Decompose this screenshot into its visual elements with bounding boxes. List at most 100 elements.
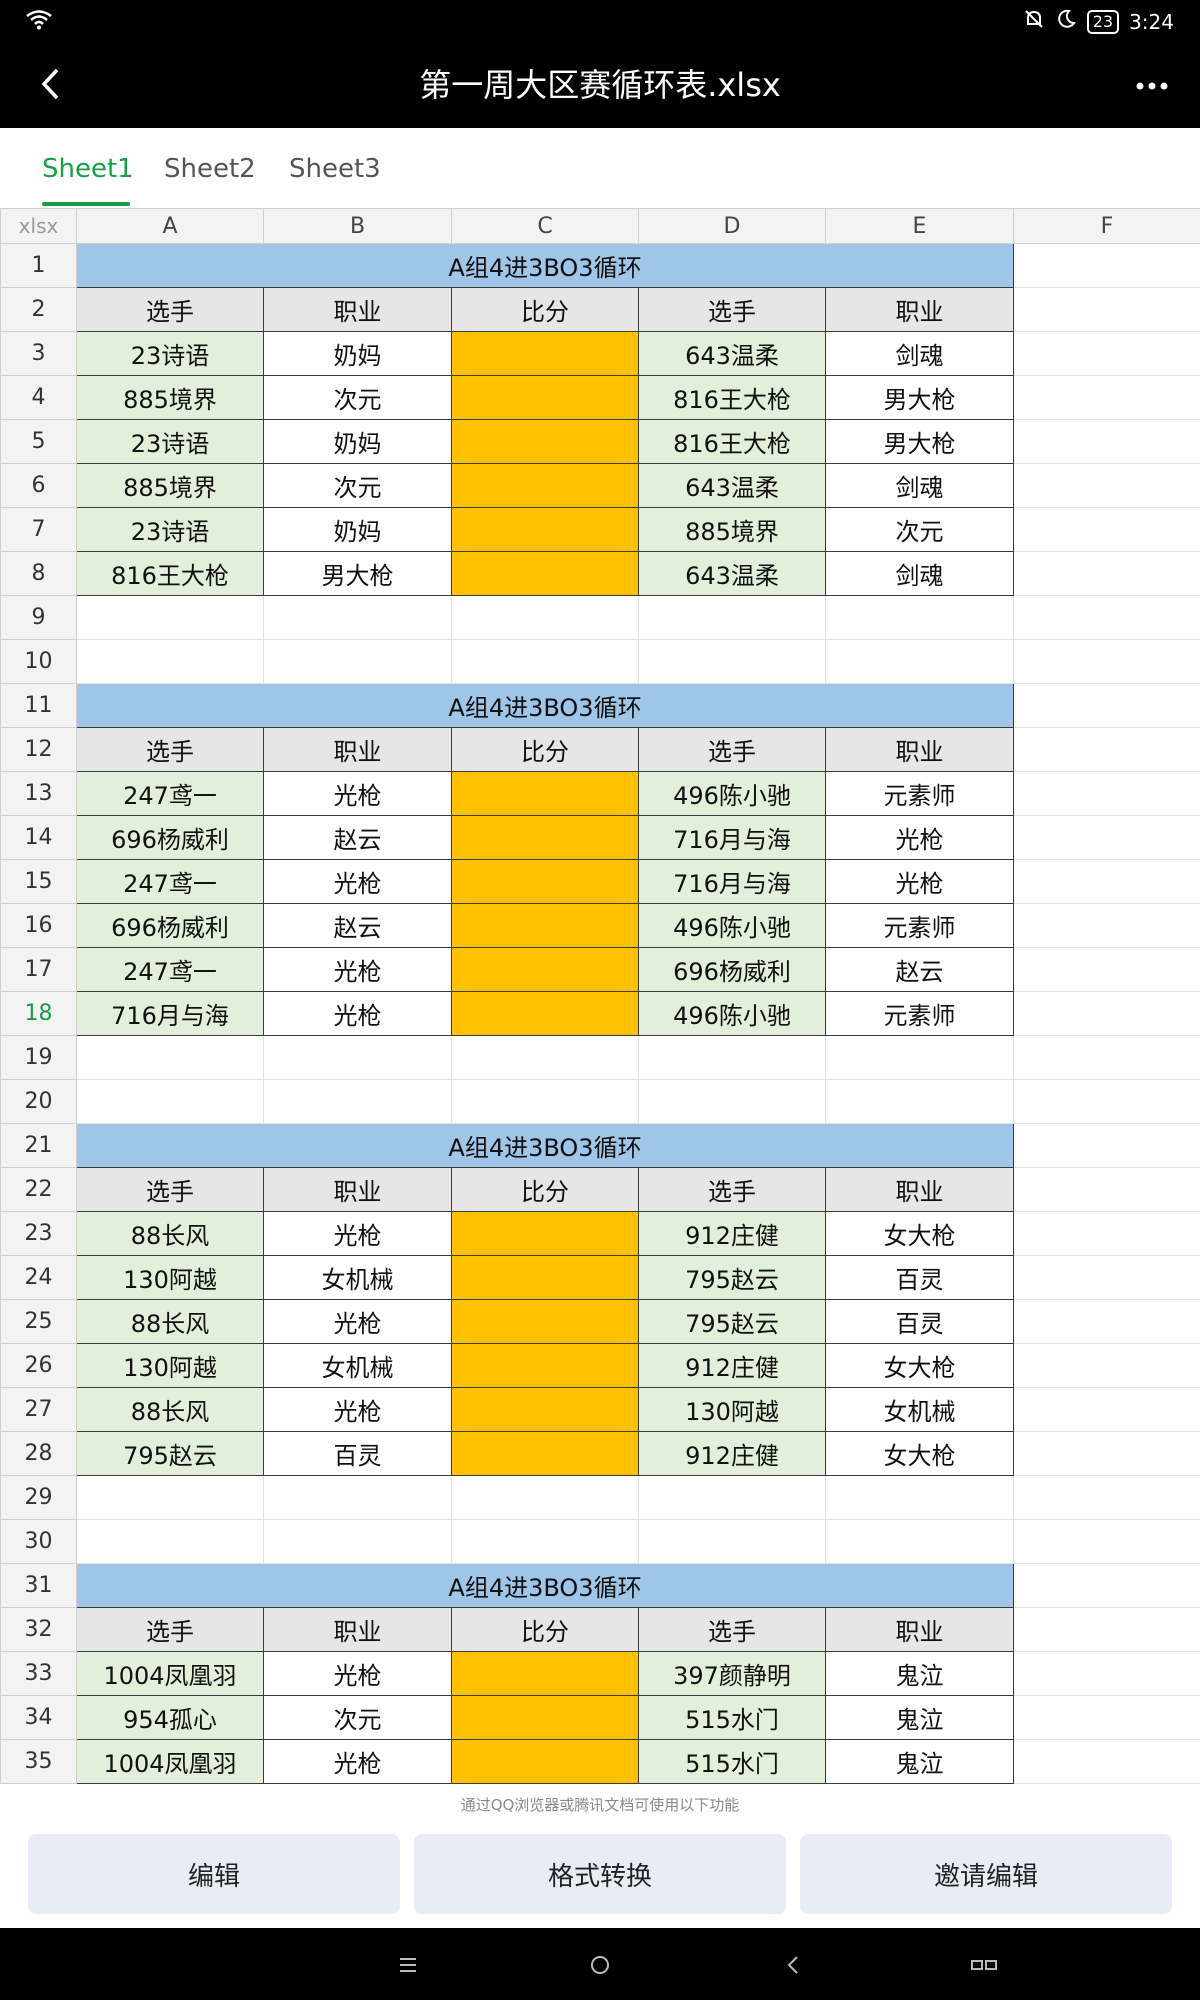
player-cell[interactable]: 23诗语 xyxy=(76,419,264,464)
empty-cell[interactable] xyxy=(1013,507,1200,552)
empty-cell[interactable] xyxy=(638,595,826,640)
score-cell[interactable] xyxy=(451,1739,639,1784)
class-cell[interactable]: 光枪 xyxy=(263,1299,452,1344)
empty-cell[interactable] xyxy=(76,1519,264,1564)
player-cell[interactable]: 816王大枪 xyxy=(638,419,826,464)
empty-cell[interactable] xyxy=(638,1079,826,1124)
player-cell[interactable]: 1004凤凰羽 xyxy=(76,1651,264,1696)
class-cell[interactable]: 男大枪 xyxy=(825,375,1014,420)
empty-cell[interactable] xyxy=(1013,815,1200,860)
column-header[interactable]: D xyxy=(638,208,826,244)
class-cell[interactable]: 剑魂 xyxy=(825,551,1014,596)
empty-cell[interactable] xyxy=(1013,375,1200,420)
class-cell[interactable]: 奶妈 xyxy=(263,331,452,376)
header-cell[interactable]: 选手 xyxy=(638,1607,826,1652)
score-cell[interactable] xyxy=(451,1651,639,1696)
empty-cell[interactable] xyxy=(1013,1607,1200,1652)
player-cell[interactable]: 885境界 xyxy=(638,507,826,552)
score-cell[interactable] xyxy=(451,507,639,552)
row-number[interactable]: 4 xyxy=(0,375,77,420)
score-cell[interactable] xyxy=(451,903,639,948)
home-icon[interactable] xyxy=(585,1950,615,1980)
player-cell[interactable]: 23诗语 xyxy=(76,507,264,552)
row-number[interactable]: 23 xyxy=(0,1211,77,1256)
row-number[interactable]: 33 xyxy=(0,1651,77,1696)
header-cell[interactable]: 比分 xyxy=(451,1167,639,1212)
class-cell[interactable]: 光枪 xyxy=(825,859,1014,904)
player-cell[interactable]: 515水门 xyxy=(638,1695,826,1740)
player-cell[interactable]: 795赵云 xyxy=(638,1299,826,1344)
row-number[interactable]: 34 xyxy=(0,1695,77,1740)
group-title-cell[interactable]: A组4进3BO3循环 xyxy=(76,1123,1014,1168)
row-number[interactable]: 8 xyxy=(0,551,77,596)
empty-cell[interactable] xyxy=(825,1035,1014,1080)
class-cell[interactable]: 元素师 xyxy=(825,903,1014,948)
header-cell[interactable]: 比分 xyxy=(451,1607,639,1652)
column-header[interactable]: F xyxy=(1013,208,1200,244)
score-cell[interactable] xyxy=(451,1387,639,1432)
class-cell[interactable]: 光枪 xyxy=(263,1651,452,1696)
empty-cell[interactable] xyxy=(1013,243,1200,288)
player-cell[interactable]: 912庄健 xyxy=(638,1431,826,1476)
empty-cell[interactable] xyxy=(825,595,1014,640)
player-cell[interactable]: 795赵云 xyxy=(76,1431,264,1476)
score-cell[interactable] xyxy=(451,375,639,420)
class-cell[interactable]: 奶妈 xyxy=(263,419,452,464)
class-cell[interactable]: 光枪 xyxy=(263,991,452,1036)
score-cell[interactable] xyxy=(451,991,639,1036)
empty-cell[interactable] xyxy=(451,1519,639,1564)
class-cell[interactable]: 鬼泣 xyxy=(825,1695,1014,1740)
row-number[interactable]: 17 xyxy=(0,947,77,992)
score-cell[interactable] xyxy=(451,1695,639,1740)
group-title-cell[interactable]: A组4进3BO3循环 xyxy=(76,243,1014,288)
empty-cell[interactable] xyxy=(451,1475,639,1520)
header-cell[interactable]: 职业 xyxy=(263,287,452,332)
score-cell[interactable] xyxy=(451,331,639,376)
empty-cell[interactable] xyxy=(1013,1343,1200,1388)
player-cell[interactable]: 795赵云 xyxy=(638,1255,826,1300)
row-number[interactable]: 12 xyxy=(0,727,77,772)
player-cell[interactable]: 88长风 xyxy=(76,1387,264,1432)
empty-cell[interactable] xyxy=(1013,727,1200,772)
header-cell[interactable]: 职业 xyxy=(825,287,1014,332)
empty-cell[interactable] xyxy=(451,639,639,684)
column-header[interactable]: B xyxy=(263,208,452,244)
empty-cell[interactable] xyxy=(825,639,1014,684)
class-cell[interactable]: 光枪 xyxy=(825,815,1014,860)
header-cell[interactable]: 职业 xyxy=(825,727,1014,772)
class-cell[interactable]: 赵云 xyxy=(825,947,1014,992)
player-cell[interactable]: 397颜静明 xyxy=(638,1651,826,1696)
empty-cell[interactable] xyxy=(1013,1695,1200,1740)
player-cell[interactable]: 885境界 xyxy=(76,375,264,420)
row-number[interactable]: 5 xyxy=(0,419,77,464)
empty-cell[interactable] xyxy=(263,639,452,684)
class-cell[interactable]: 女机械 xyxy=(263,1255,452,1300)
empty-cell[interactable] xyxy=(1013,1123,1200,1168)
class-cell[interactable]: 百灵 xyxy=(825,1255,1014,1300)
empty-cell[interactable] xyxy=(1013,463,1200,508)
class-cell[interactable]: 次元 xyxy=(263,463,452,508)
class-cell[interactable]: 百灵 xyxy=(825,1299,1014,1344)
class-cell[interactable]: 光枪 xyxy=(263,1211,452,1256)
class-cell[interactable]: 元素师 xyxy=(825,991,1014,1036)
player-cell[interactable]: 643温柔 xyxy=(638,551,826,596)
player-cell[interactable]: 696杨威利 xyxy=(76,903,264,948)
player-cell[interactable]: 696杨威利 xyxy=(76,815,264,860)
score-cell[interactable] xyxy=(451,859,639,904)
row-number[interactable]: 16 xyxy=(0,903,77,948)
row-number[interactable]: 7 xyxy=(0,507,77,552)
score-cell[interactable] xyxy=(451,947,639,992)
score-cell[interactable] xyxy=(451,1343,639,1388)
score-cell[interactable] xyxy=(451,1431,639,1476)
empty-cell[interactable] xyxy=(76,1079,264,1124)
more-button[interactable] xyxy=(1122,66,1182,106)
empty-cell[interactable] xyxy=(1013,991,1200,1036)
header-cell[interactable]: 选手 xyxy=(76,727,264,772)
empty-cell[interactable] xyxy=(451,1079,639,1124)
score-cell[interactable] xyxy=(451,771,639,816)
empty-cell[interactable] xyxy=(1013,1739,1200,1784)
player-cell[interactable]: 130阿越 xyxy=(76,1255,264,1300)
empty-cell[interactable] xyxy=(1013,419,1200,464)
score-cell[interactable] xyxy=(451,1255,639,1300)
class-cell[interactable]: 光枪 xyxy=(263,859,452,904)
